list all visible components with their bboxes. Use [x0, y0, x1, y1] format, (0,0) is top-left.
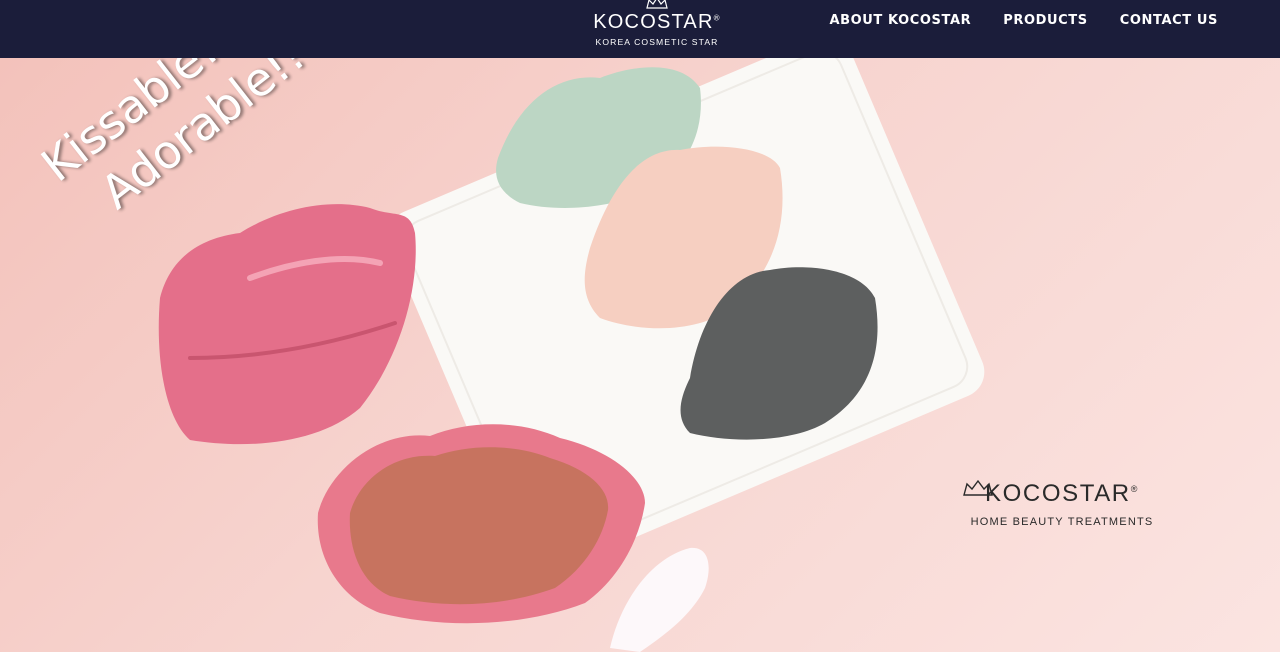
brand-name: KOCOSTAR®: [593, 11, 721, 33]
white-spatula: [610, 547, 709, 652]
nav-about-kocostar[interactable]: ABOUT KOCOSTAR: [813, 12, 987, 30]
hero-brand-tagline: HOME BEAUTY TREATMENTS: [970, 516, 1154, 528]
nav-products[interactable]: PRODUCTS: [987, 12, 1104, 30]
top-navigation-bar: KOCOSTAR® KOREA COSMETIC STAR ABOUT KOCO…: [0, 0, 1280, 58]
pink-lip-container: [158, 204, 416, 445]
kocostar-logo[interactable]: KOCOSTAR® KOREA COSMETIC STAR: [586, 0, 728, 58]
brand-tagline: KOREA COSMETIC STAR: [595, 37, 719, 47]
hero-banner: Kissable!! Adorable!! KOCOSTAR® HOME BEA…: [0, 58, 1280, 652]
crown-icon: [963, 479, 993, 496]
nav-contact-us[interactable]: CONTACT US: [1104, 12, 1234, 30]
main-nav: ABOUT KOCOSTAR PRODUCTS CONTACT US: [813, 12, 1234, 30]
hero-brand-logo: KOCOSTAR® HOME BEAUTY TREATMENTS: [960, 478, 1164, 528]
crown-icon: [646, 0, 668, 9]
